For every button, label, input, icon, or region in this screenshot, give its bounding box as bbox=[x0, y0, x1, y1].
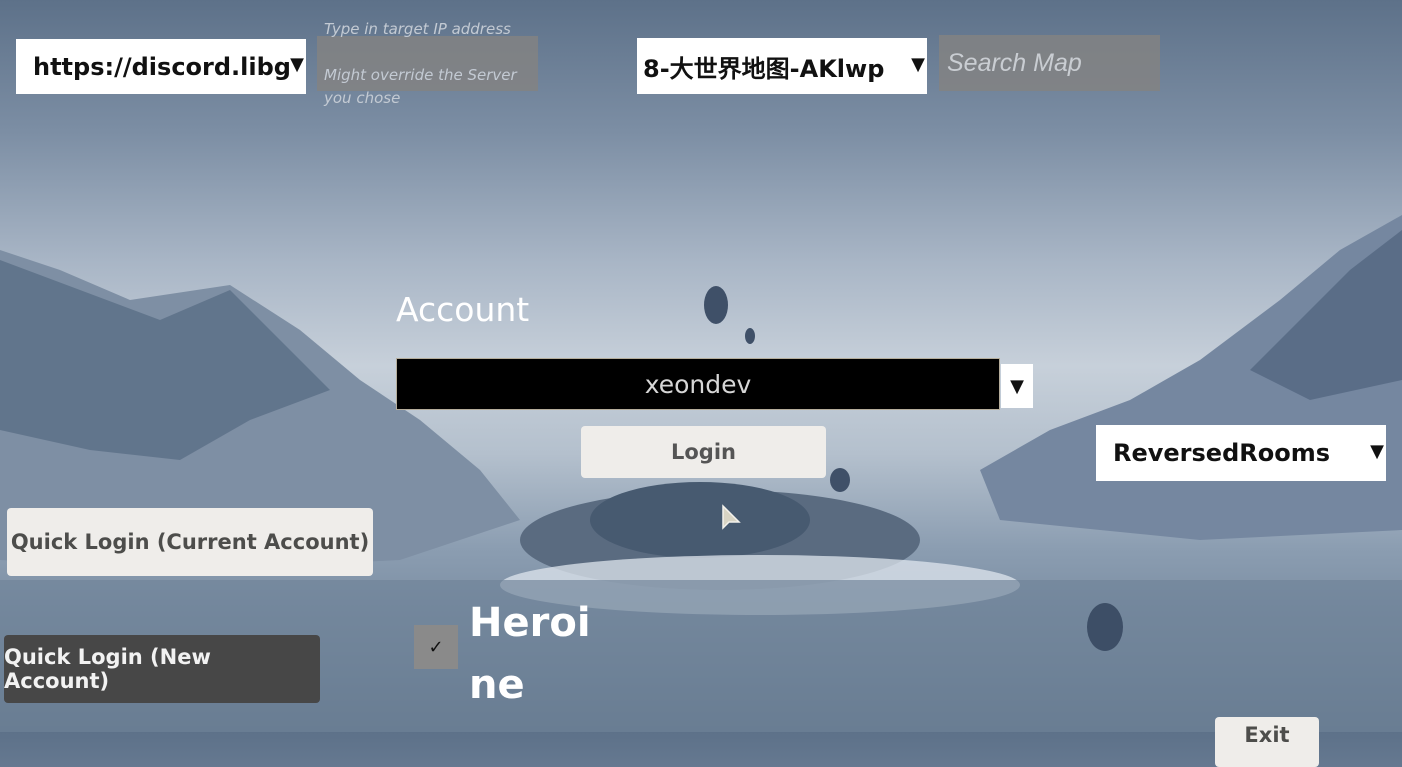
heroine-label: Heroi ne bbox=[469, 592, 591, 716]
exit-button-label: Exit bbox=[1244, 723, 1290, 747]
account-dropdown[interactable]: xeondev bbox=[396, 358, 1000, 410]
chevron-down-icon: ▼ bbox=[290, 54, 304, 75]
server-selected-value: https://discord.libg.so bbox=[33, 52, 291, 81]
map-dropdown[interactable]: 8-大世界地图-AKlwp ▼ bbox=[637, 38, 927, 94]
mode-dropdown[interactable]: ReversedRooms ▼ bbox=[1096, 425, 1386, 481]
login-button-label: Login bbox=[671, 440, 736, 464]
heroine-label-line2: ne bbox=[469, 662, 525, 708]
account-selected-value: xeondev bbox=[644, 369, 752, 399]
quick-login-current-button[interactable]: Quick Login (Current Account) bbox=[7, 508, 373, 576]
checkmark-icon: ✓ bbox=[428, 636, 444, 658]
heroine-label-line1: Heroi bbox=[469, 600, 591, 646]
quick-login-current-label: Quick Login (Current Account) bbox=[10, 530, 370, 554]
map-search-input[interactable] bbox=[939, 35, 1160, 91]
heroine-checkbox[interactable]: ✓ bbox=[414, 625, 458, 669]
quick-login-new-label: Quick Login (New Account) bbox=[4, 645, 211, 693]
login-button[interactable]: Login bbox=[581, 426, 826, 478]
account-dropdown-arrow-button[interactable]: ▼ bbox=[1001, 364, 1033, 408]
mode-selected-value: ReversedRooms bbox=[1113, 439, 1331, 467]
account-label: Account bbox=[396, 290, 530, 329]
ip-hint-line3: you chose bbox=[324, 89, 401, 107]
chevron-down-icon: ▼ bbox=[1370, 441, 1384, 462]
chevron-down-icon: ▼ bbox=[1010, 375, 1024, 397]
ip-hint-line1: Type in target IP address bbox=[324, 20, 511, 38]
mouse-cursor-icon bbox=[722, 504, 741, 530]
exit-button[interactable]: Exit bbox=[1215, 717, 1319, 767]
map-selected-value: 8-大世界地图-AKlwp bbox=[643, 54, 885, 83]
chevron-down-icon: ▼ bbox=[911, 54, 925, 75]
server-dropdown[interactable]: https://discord.libg.so ▼ bbox=[16, 39, 306, 94]
quick-login-new-button[interactable]: Quick Login (New Account) bbox=[4, 635, 320, 703]
ip-hint-line2: Might override the Server bbox=[324, 66, 517, 84]
